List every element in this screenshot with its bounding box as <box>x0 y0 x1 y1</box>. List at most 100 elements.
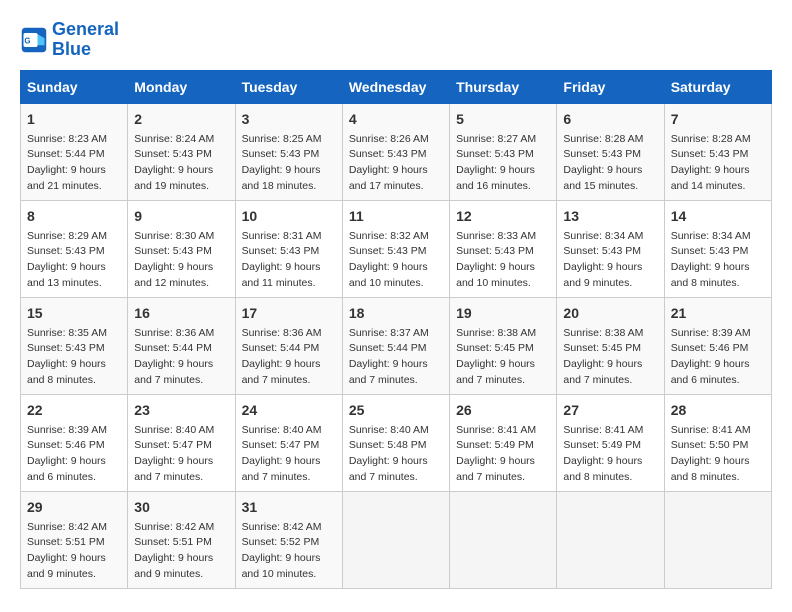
sunset-label: Sunset: 5:51 PM <box>134 536 212 548</box>
calendar-cell: 15 Sunrise: 8:35 AM Sunset: 5:43 PM Dayl… <box>21 297 128 394</box>
sunset-label: Sunset: 5:44 PM <box>27 148 105 160</box>
sunrise-label: Sunrise: 8:34 AM <box>563 230 643 242</box>
day-number: 8 <box>27 206 121 227</box>
calendar-cell: 27 Sunrise: 8:41 AM Sunset: 5:49 PM Dayl… <box>557 394 664 491</box>
day-number: 7 <box>671 109 765 130</box>
daylight-label: Daylight: 9 hours and 21 minutes. <box>27 164 106 192</box>
daylight-label: Daylight: 9 hours and 8 minutes. <box>563 455 642 483</box>
calendar-cell: 25 Sunrise: 8:40 AM Sunset: 5:48 PM Dayl… <box>342 394 449 491</box>
day-number: 3 <box>242 109 336 130</box>
sunset-label: Sunset: 5:43 PM <box>27 245 105 257</box>
daylight-label: Daylight: 9 hours and 7 minutes. <box>349 358 428 386</box>
daylight-label: Daylight: 9 hours and 13 minutes. <box>27 261 106 289</box>
daylight-label: Daylight: 9 hours and 7 minutes. <box>349 455 428 483</box>
calendar-row: 22 Sunrise: 8:39 AM Sunset: 5:46 PM Dayl… <box>21 394 772 491</box>
sunset-label: Sunset: 5:43 PM <box>563 245 641 257</box>
daylight-label: Daylight: 9 hours and 15 minutes. <box>563 164 642 192</box>
sunrise-label: Sunrise: 8:41 AM <box>456 424 536 436</box>
weekday-header-row: SundayMondayTuesdayWednesdayThursdayFrid… <box>21 70 772 103</box>
sunset-label: Sunset: 5:43 PM <box>242 148 320 160</box>
sunrise-label: Sunrise: 8:38 AM <box>456 327 536 339</box>
day-number: 6 <box>563 109 657 130</box>
sunset-label: Sunset: 5:43 PM <box>671 245 749 257</box>
calendar-cell: 30 Sunrise: 8:42 AM Sunset: 5:51 PM Dayl… <box>128 491 235 588</box>
header: G General Blue <box>20 20 772 60</box>
day-number: 22 <box>27 400 121 421</box>
sunrise-label: Sunrise: 8:32 AM <box>349 230 429 242</box>
daylight-label: Daylight: 9 hours and 7 minutes. <box>134 455 213 483</box>
calendar-table: SundayMondayTuesdayWednesdayThursdayFrid… <box>20 70 772 589</box>
sunrise-label: Sunrise: 8:35 AM <box>27 327 107 339</box>
weekday-header: Monday <box>128 70 235 103</box>
sunset-label: Sunset: 5:43 PM <box>671 148 749 160</box>
sunrise-label: Sunrise: 8:28 AM <box>671 133 751 145</box>
day-number: 21 <box>671 303 765 324</box>
sunrise-label: Sunrise: 8:30 AM <box>134 230 214 242</box>
daylight-label: Daylight: 9 hours and 18 minutes. <box>242 164 321 192</box>
daylight-label: Daylight: 9 hours and 7 minutes. <box>242 358 321 386</box>
calendar-row: 8 Sunrise: 8:29 AM Sunset: 5:43 PM Dayli… <box>21 200 772 297</box>
sunrise-label: Sunrise: 8:41 AM <box>563 424 643 436</box>
sunrise-label: Sunrise: 8:33 AM <box>456 230 536 242</box>
daylight-label: Daylight: 9 hours and 17 minutes. <box>349 164 428 192</box>
weekday-header: Thursday <box>450 70 557 103</box>
calendar-cell: 20 Sunrise: 8:38 AM Sunset: 5:45 PM Dayl… <box>557 297 664 394</box>
day-number: 16 <box>134 303 228 324</box>
calendar-cell: 29 Sunrise: 8:42 AM Sunset: 5:51 PM Dayl… <box>21 491 128 588</box>
day-number: 29 <box>27 497 121 518</box>
calendar-cell: 6 Sunrise: 8:28 AM Sunset: 5:43 PM Dayli… <box>557 103 664 200</box>
daylight-label: Daylight: 9 hours and 10 minutes. <box>349 261 428 289</box>
sunset-label: Sunset: 5:43 PM <box>27 342 105 354</box>
calendar-cell: 1 Sunrise: 8:23 AM Sunset: 5:44 PM Dayli… <box>21 103 128 200</box>
sunrise-label: Sunrise: 8:23 AM <box>27 133 107 145</box>
daylight-label: Daylight: 9 hours and 9 minutes. <box>27 552 106 580</box>
sunset-label: Sunset: 5:47 PM <box>242 439 320 451</box>
sunrise-label: Sunrise: 8:37 AM <box>349 327 429 339</box>
sunrise-label: Sunrise: 8:38 AM <box>563 327 643 339</box>
day-number: 20 <box>563 303 657 324</box>
daylight-label: Daylight: 9 hours and 12 minutes. <box>134 261 213 289</box>
sunset-label: Sunset: 5:43 PM <box>134 245 212 257</box>
sunset-label: Sunset: 5:43 PM <box>242 245 320 257</box>
day-number: 10 <box>242 206 336 227</box>
calendar-cell: 26 Sunrise: 8:41 AM Sunset: 5:49 PM Dayl… <box>450 394 557 491</box>
logo: G General Blue <box>20 20 119 60</box>
day-number: 27 <box>563 400 657 421</box>
daylight-label: Daylight: 9 hours and 7 minutes. <box>456 455 535 483</box>
daylight-label: Daylight: 9 hours and 6 minutes. <box>671 358 750 386</box>
calendar-row: 15 Sunrise: 8:35 AM Sunset: 5:43 PM Dayl… <box>21 297 772 394</box>
calendar-cell: 17 Sunrise: 8:36 AM Sunset: 5:44 PM Dayl… <box>235 297 342 394</box>
sunset-label: Sunset: 5:48 PM <box>349 439 427 451</box>
sunset-label: Sunset: 5:46 PM <box>671 342 749 354</box>
sunrise-label: Sunrise: 8:24 AM <box>134 133 214 145</box>
sunrise-label: Sunrise: 8:31 AM <box>242 230 322 242</box>
calendar-cell <box>450 491 557 588</box>
sunset-label: Sunset: 5:43 PM <box>349 245 427 257</box>
day-number: 17 <box>242 303 336 324</box>
sunrise-label: Sunrise: 8:25 AM <box>242 133 322 145</box>
sunset-label: Sunset: 5:47 PM <box>134 439 212 451</box>
daylight-label: Daylight: 9 hours and 8 minutes. <box>27 358 106 386</box>
calendar-cell: 3 Sunrise: 8:25 AM Sunset: 5:43 PM Dayli… <box>235 103 342 200</box>
sunrise-label: Sunrise: 8:42 AM <box>27 521 107 533</box>
sunset-label: Sunset: 5:43 PM <box>134 148 212 160</box>
sunrise-label: Sunrise: 8:40 AM <box>242 424 322 436</box>
svg-text:G: G <box>24 36 30 45</box>
sunset-label: Sunset: 5:44 PM <box>134 342 212 354</box>
calendar-row: 1 Sunrise: 8:23 AM Sunset: 5:44 PM Dayli… <box>21 103 772 200</box>
sunset-label: Sunset: 5:43 PM <box>456 245 534 257</box>
day-number: 28 <box>671 400 765 421</box>
day-number: 19 <box>456 303 550 324</box>
day-number: 15 <box>27 303 121 324</box>
calendar-row: 29 Sunrise: 8:42 AM Sunset: 5:51 PM Dayl… <box>21 491 772 588</box>
calendar-cell: 19 Sunrise: 8:38 AM Sunset: 5:45 PM Dayl… <box>450 297 557 394</box>
weekday-header: Friday <box>557 70 664 103</box>
day-number: 9 <box>134 206 228 227</box>
sunrise-label: Sunrise: 8:40 AM <box>349 424 429 436</box>
daylight-label: Daylight: 9 hours and 19 minutes. <box>134 164 213 192</box>
daylight-label: Daylight: 9 hours and 9 minutes. <box>134 552 213 580</box>
day-number: 18 <box>349 303 443 324</box>
weekday-header: Saturday <box>664 70 771 103</box>
sunrise-label: Sunrise: 8:39 AM <box>27 424 107 436</box>
calendar-cell: 24 Sunrise: 8:40 AM Sunset: 5:47 PM Dayl… <box>235 394 342 491</box>
